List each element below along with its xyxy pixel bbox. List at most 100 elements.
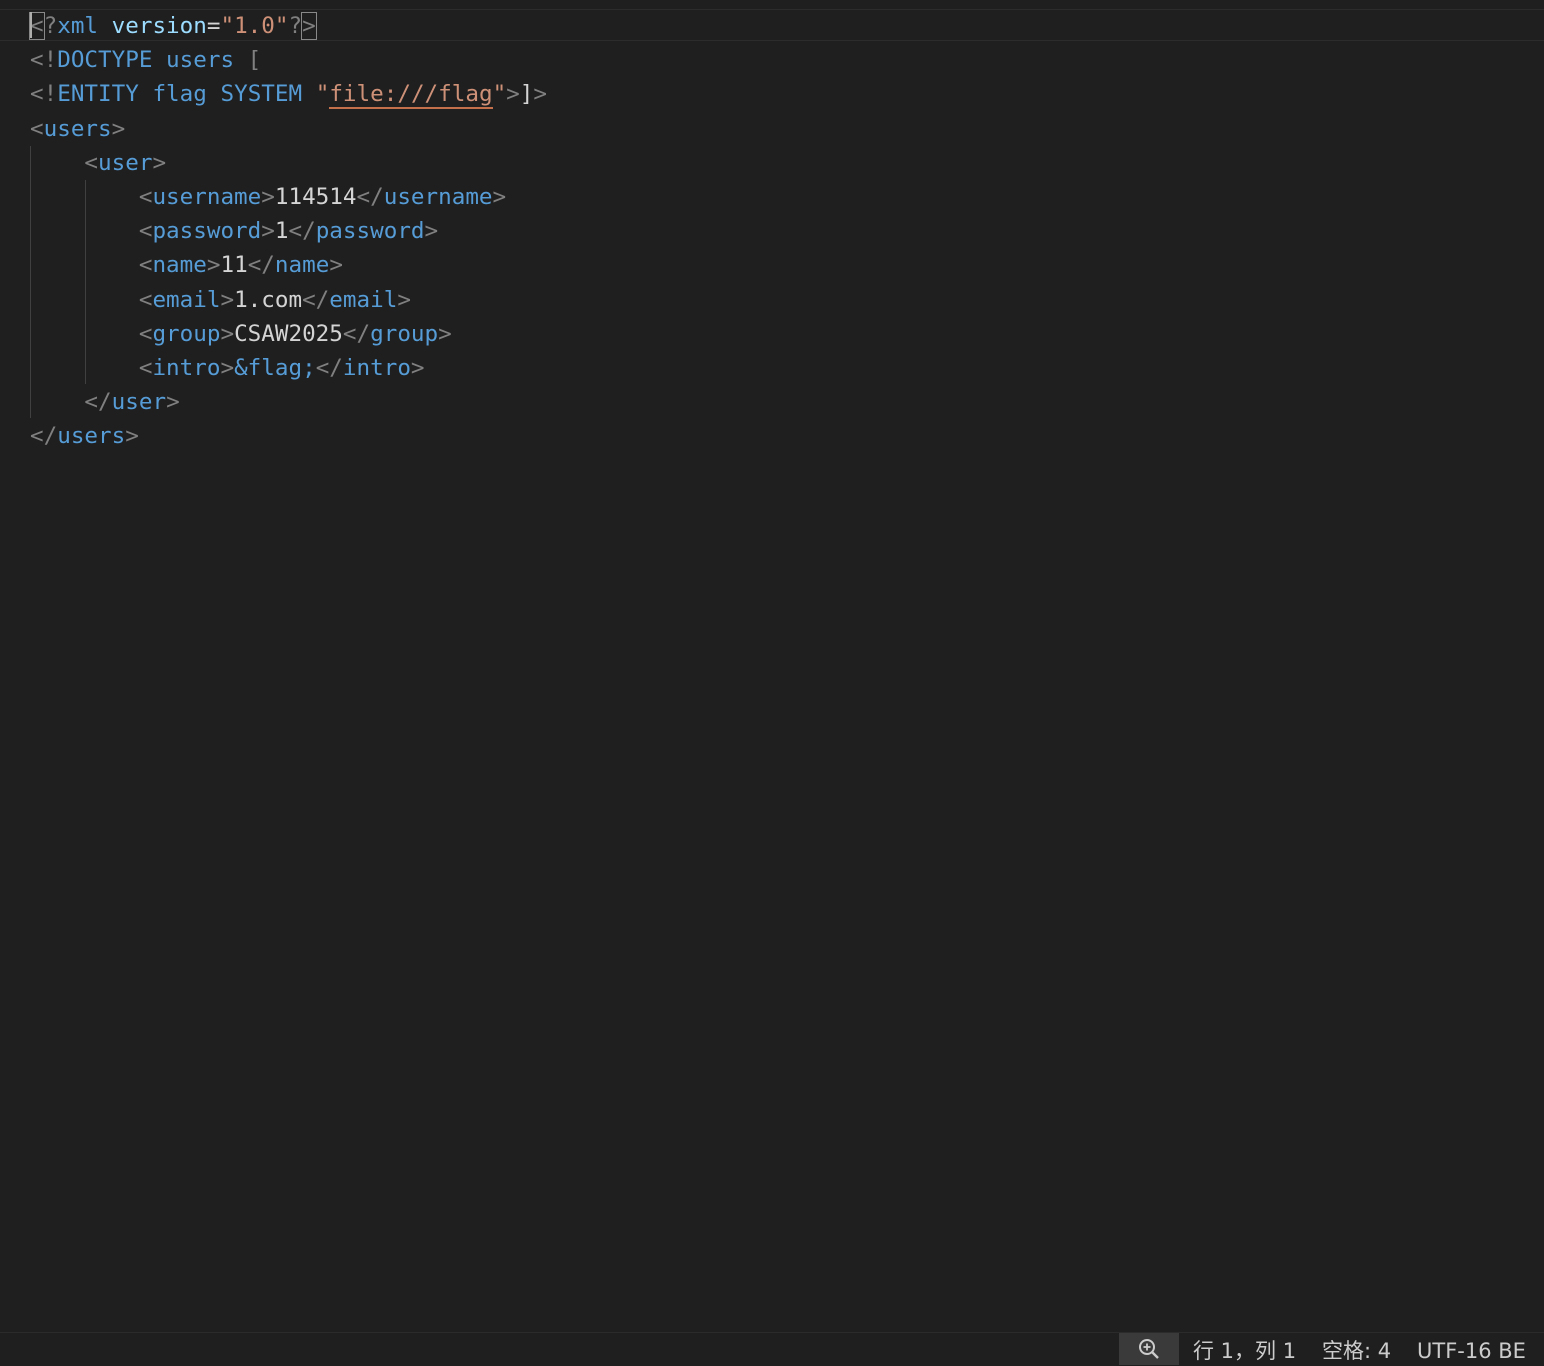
code-token: user: [111, 389, 167, 416]
code-line[interactable]: <intro>&flag;</intro>: [30, 351, 547, 385]
code-line[interactable]: </user>: [30, 385, 547, 419]
code-token: username: [383, 183, 493, 210]
code-token: </: [30, 423, 58, 450]
code-token: <: [138, 252, 153, 279]
code-line[interactable]: <username>114514</username>: [30, 180, 547, 214]
indentation-setting[interactable]: 空格: 4: [1322, 1336, 1391, 1366]
code-line[interactable]: <group>CSAW2025</group>: [30, 317, 547, 351]
code-token: xml: [57, 13, 99, 39]
code-token: users: [43, 115, 112, 142]
encoding-setting[interactable]: UTF-16 BE: [1417, 1336, 1526, 1366]
code-token: <: [29, 12, 45, 40]
code-token: <: [138, 354, 153, 381]
code-token: >: [220, 320, 235, 347]
code-token: ]: [519, 81, 534, 108]
code-token: name: [152, 252, 207, 279]
code-token: >: [438, 320, 452, 347]
code-line[interactable]: <user>: [30, 146, 547, 180]
code-line[interactable]: <?xml version="1.0"?>: [29, 9, 547, 43]
code-token: intro: [152, 354, 221, 381]
code-token: </: [288, 218, 316, 245]
code-token: <: [138, 286, 153, 313]
code-lines[interactable]: <?xml version="1.0"?> <!DOCTYPE users [<!…: [29, 9, 547, 453]
code-line[interactable]: <users>: [30, 112, 547, 146]
code-token: >: [492, 183, 507, 210]
code-token: <: [138, 183, 153, 210]
code-token: >: [152, 149, 167, 176]
code-token: >: [111, 115, 126, 142]
code-token: >: [410, 354, 425, 381]
code-token: password: [315, 218, 425, 245]
code-token: <: [30, 115, 44, 142]
code-token: group: [370, 320, 439, 347]
code-token: [: [247, 47, 262, 74]
code-line[interactable]: <password>1</password>: [30, 214, 547, 248]
code-token: CSAW2025: [234, 320, 343, 347]
cursor-position[interactable]: 行 1，列 1: [1193, 1336, 1296, 1366]
code-line[interactable]: <!ENTITY flag SYSTEM "file:///flag">]>: [30, 77, 547, 111]
code-token: =: [206, 13, 221, 39]
code-token: users: [166, 47, 235, 74]
code-token: &flag;: [234, 354, 316, 381]
code-token: >: [261, 218, 275, 245]
code-token: >: [125, 423, 139, 450]
zoom-in-icon: [1139, 1339, 1159, 1359]
code-token: ": [315, 81, 330, 108]
code-token: </: [302, 286, 330, 313]
code-token: email: [152, 286, 221, 313]
code-token: intro: [342, 354, 411, 381]
code-line[interactable]: <name>11</name>: [30, 248, 547, 282]
code-line[interactable]: <email>1.com</email>: [30, 283, 547, 317]
code-token: >: [533, 81, 547, 108]
status-bar: 行 1，列 1 空格: 4 UTF-16 BE: [0, 1332, 1544, 1366]
code-token: <: [138, 320, 153, 347]
code-token: >: [329, 252, 343, 279]
code-token: version: [111, 13, 207, 39]
code-token: password: [152, 218, 262, 245]
code-token: </: [315, 354, 343, 381]
code-token: </: [247, 252, 275, 279]
code-token: </: [342, 320, 371, 347]
code-token: </: [356, 183, 384, 210]
code-token: 1: [274, 218, 289, 245]
code-token: 114514: [274, 183, 357, 210]
code-token: user: [98, 149, 153, 176]
code-token: "1.0": [220, 13, 289, 39]
code-token: 1.com: [234, 286, 303, 313]
code-token: users: [57, 423, 126, 450]
zoom-in-button[interactable]: [1119, 1333, 1179, 1365]
code-line[interactable]: <!DOCTYPE users [: [30, 43, 547, 77]
code-token: </: [84, 389, 112, 416]
code-token: 11: [220, 252, 248, 279]
code-token: <!: [30, 81, 58, 108]
code-token: <: [84, 149, 99, 176]
text-cursor: [30, 11, 32, 38]
code-token: ?: [288, 13, 303, 39]
code-editor[interactable]: <?xml version="1.0"?> <!DOCTYPE users [<!…: [0, 0, 1544, 1332]
code-token: >: [301, 12, 317, 40]
code-token: ?: [43, 13, 58, 39]
code-token: <: [138, 218, 153, 245]
code-token: DOCTYPE: [57, 47, 153, 74]
code-token: >: [220, 354, 235, 381]
code-token: SYSTEM: [220, 81, 303, 108]
code-token: >: [220, 286, 235, 313]
code-token: group: [152, 320, 221, 347]
code-token: username: [152, 183, 262, 210]
code-line[interactable]: </users>: [30, 419, 547, 453]
code-token: <!: [30, 47, 58, 74]
code-token: ": [492, 81, 507, 108]
